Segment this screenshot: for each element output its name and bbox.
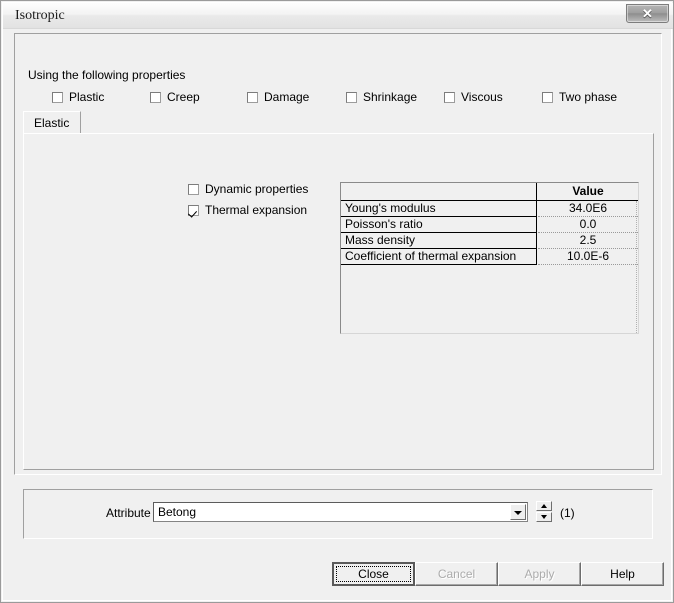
property-table-header-row: Value: [341, 183, 638, 201]
property-table-header-name: [341, 183, 537, 200]
checkbox-box-creep: [150, 92, 161, 103]
table-row[interactable]: Poisson's ratio 0.0: [341, 217, 638, 233]
tab-elastic-label: Elastic: [34, 116, 70, 130]
spinner-down-icon[interactable]: [536, 512, 552, 522]
window-title: Isotropic: [15, 8, 65, 23]
checkbox-box-thermal-expansion: [188, 205, 199, 216]
property-name-cell: Poisson's ratio: [341, 217, 537, 233]
checkbox-box-two-phase: [542, 92, 553, 103]
using-properties-label: Using the following properties: [28, 68, 186, 82]
help-button-label: Help: [610, 567, 635, 581]
property-name-cell: Coefficient of thermal expansion: [341, 249, 537, 265]
attribute-count-label: (1): [560, 506, 575, 520]
checkbox-label-two-phase: Two phase: [559, 90, 618, 104]
tab-panel-elastic: Dynamic properties Thermal expansion Val…: [23, 133, 654, 470]
property-value-cell[interactable]: 34.0E6: [538, 201, 638, 217]
property-table-body: Young's modulus 34.0E6 Poisson's ratio 0…: [341, 201, 638, 333]
help-button[interactable]: Help: [581, 562, 664, 586]
close-window-button[interactable]: ✕: [626, 4, 669, 23]
checkbox-box-damage: [247, 92, 258, 103]
cancel-button: Cancel: [415, 562, 498, 586]
checkbox-box-viscous: [444, 92, 455, 103]
checkbox-label-dynamic-properties: Dynamic properties: [205, 182, 309, 196]
property-table-header-value: Value: [572, 184, 604, 198]
attribute-group: Attribute Betong (1): [23, 489, 653, 539]
title-bar: Isotropic ✕: [3, 3, 673, 29]
checkbox-label-shrinkage: Shrinkage: [363, 90, 418, 104]
property-table-right-rule: [636, 201, 638, 333]
spinner-up-icon[interactable]: [536, 501, 552, 511]
tab-separator: [80, 113, 81, 132]
table-row[interactable]: Coefficient of thermal expansion 10.0E-6: [341, 249, 638, 265]
cancel-button-label: Cancel: [437, 567, 476, 581]
checkbox-box-dynamic-properties: [188, 184, 199, 195]
checkbox-label-plastic: Plastic: [69, 90, 105, 104]
apply-button: Apply: [498, 562, 581, 586]
apply-button-label: Apply: [524, 567, 555, 581]
attribute-combobox[interactable]: Betong: [153, 502, 528, 522]
property-name-cell: Young's modulus: [341, 201, 537, 217]
table-row[interactable]: Young's modulus 34.0E6: [341, 201, 638, 217]
checkbox-label-creep: Creep: [167, 90, 200, 104]
dialog-client-area: Using the following properties Plastic C…: [14, 33, 662, 475]
attribute-spinner[interactable]: [536, 501, 552, 522]
close-button-label: Close: [358, 567, 389, 581]
property-value-cell[interactable]: 0.0: [538, 217, 638, 233]
checkbox-box-plastic: [52, 92, 63, 103]
property-name-cell: Mass density: [341, 233, 537, 249]
checkbox-label-damage: Damage: [264, 90, 310, 104]
table-row[interactable]: Mass density 2.5: [341, 233, 638, 249]
property-value-cell[interactable]: 2.5: [538, 233, 638, 249]
isotropic-dialog: Isotropic ✕ Using the following properti…: [0, 0, 674, 603]
tab-strip: Elastic: [23, 111, 654, 133]
attribute-label: Attribute: [106, 506, 151, 520]
attribute-selected-value: Betong: [158, 505, 197, 519]
tab-elastic[interactable]: Elastic: [23, 111, 82, 133]
close-button[interactable]: Close: [332, 562, 415, 586]
property-table[interactable]: Value Young's modulus 34.0E6 Poisson's r…: [340, 182, 639, 334]
checkbox-box-shrinkage: [346, 92, 357, 103]
chevron-down-icon[interactable]: [510, 504, 526, 520]
property-value-cell[interactable]: 10.0E-6: [538, 249, 638, 265]
close-x-icon: ✕: [642, 6, 653, 21]
checkbox-label-viscous: Viscous: [461, 90, 503, 104]
checkbox-label-thermal-expansion: Thermal expansion: [205, 203, 308, 217]
